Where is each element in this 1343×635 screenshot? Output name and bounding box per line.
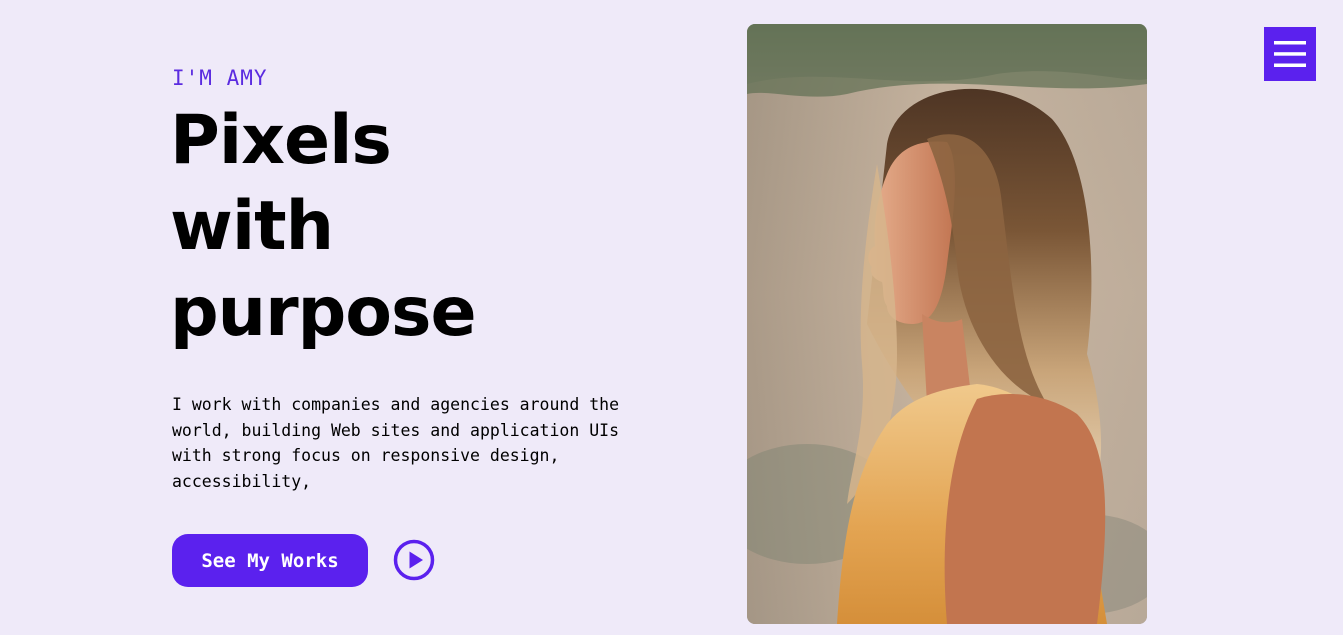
headline-line: Pixels [170,101,392,180]
portrait-photo [747,24,1147,624]
see-my-works-button[interactable]: See My Works [172,534,368,587]
menu-button[interactable] [1264,27,1316,81]
headline-line: with [170,187,334,266]
hero-description: I work with companies and agencies aroun… [172,395,620,491]
hero-headline: Pixels with purpose [170,98,477,356]
eyebrow-intro: I'M AMY [172,66,268,90]
play-circle-icon [393,539,435,581]
hamburger-menu-icon [1274,41,1306,67]
headline-line: purpose [170,273,477,352]
play-video-button[interactable] [393,539,435,581]
